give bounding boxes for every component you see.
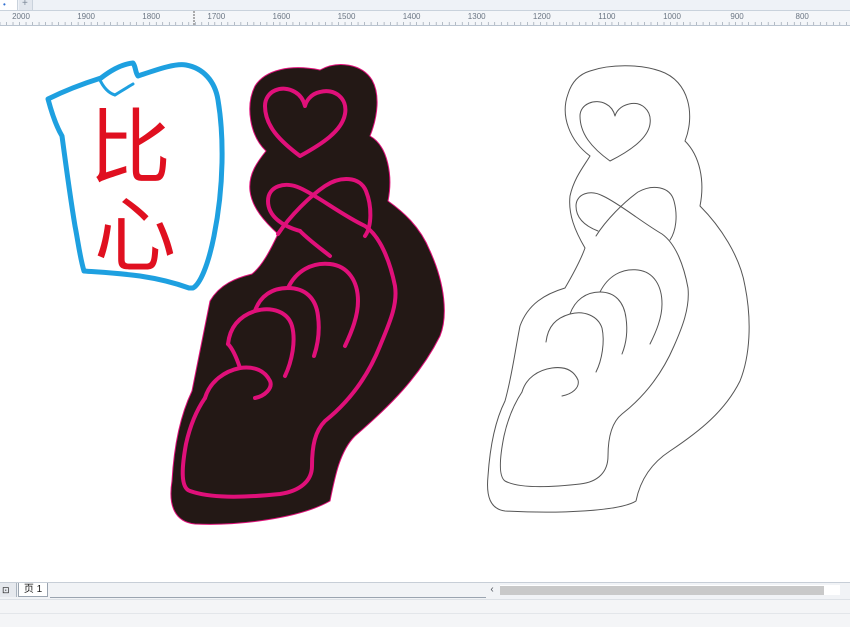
page-tab-strip	[50, 583, 486, 598]
ruler-label: 1900	[77, 12, 95, 21]
scroll-left-button[interactable]: ‹	[486, 583, 498, 597]
ruler-label: 1500	[338, 12, 356, 21]
drawing-canvas[interactable]: 比 心	[0, 26, 850, 582]
ruler-label: 900	[730, 12, 744, 21]
document-tab-bar: • +	[0, 0, 850, 11]
ruler-label: 1600	[273, 12, 291, 21]
outline-sticker-base	[487, 65, 750, 513]
page-tab-1[interactable]: 页 1	[18, 583, 48, 597]
artwork-svg: 比 心	[45, 60, 750, 525]
horizontal-ruler[interactable]: 2000 1900 1800 1700 1600 1500 1400 1300 1200 1100…	[0, 11, 850, 26]
sticker-char-xin: 心	[94, 189, 176, 284]
ruler-label: 1300	[468, 12, 486, 21]
ruler-scale: 2000 1900 1800 1700 1600 1500 1400 1300 1200 1100…	[0, 11, 847, 25]
ruler-label: 1400	[403, 12, 421, 21]
status-bar	[0, 599, 850, 627]
page-overview-button[interactable]: ⊡	[0, 583, 17, 597]
ruler-label: 800	[796, 12, 810, 21]
document-tab-dot: •	[3, 0, 6, 9]
horizontal-scrollbar-thumb[interactable]	[500, 586, 824, 595]
status-divider	[0, 613, 850, 614]
document-tab[interactable]: •	[0, 0, 18, 10]
outline-finger-heart-graphic[interactable]	[487, 65, 750, 513]
ruler-label: 1000	[663, 12, 681, 21]
ruler-label: 1800	[142, 12, 160, 21]
plus-icon: +	[22, 0, 28, 9]
ruler-label: 1700	[207, 12, 225, 21]
ruler-label: 2000	[12, 12, 30, 21]
ruler-label: 1200	[533, 12, 551, 21]
add-tab-button[interactable]: +	[19, 0, 33, 10]
heart-sticker-note[interactable]: 比 心	[45, 60, 225, 291]
page-overview-icon: ⊡	[2, 585, 10, 595]
sticker-char-bi: 比	[89, 101, 171, 196]
ruler-label: 1100	[598, 12, 616, 21]
